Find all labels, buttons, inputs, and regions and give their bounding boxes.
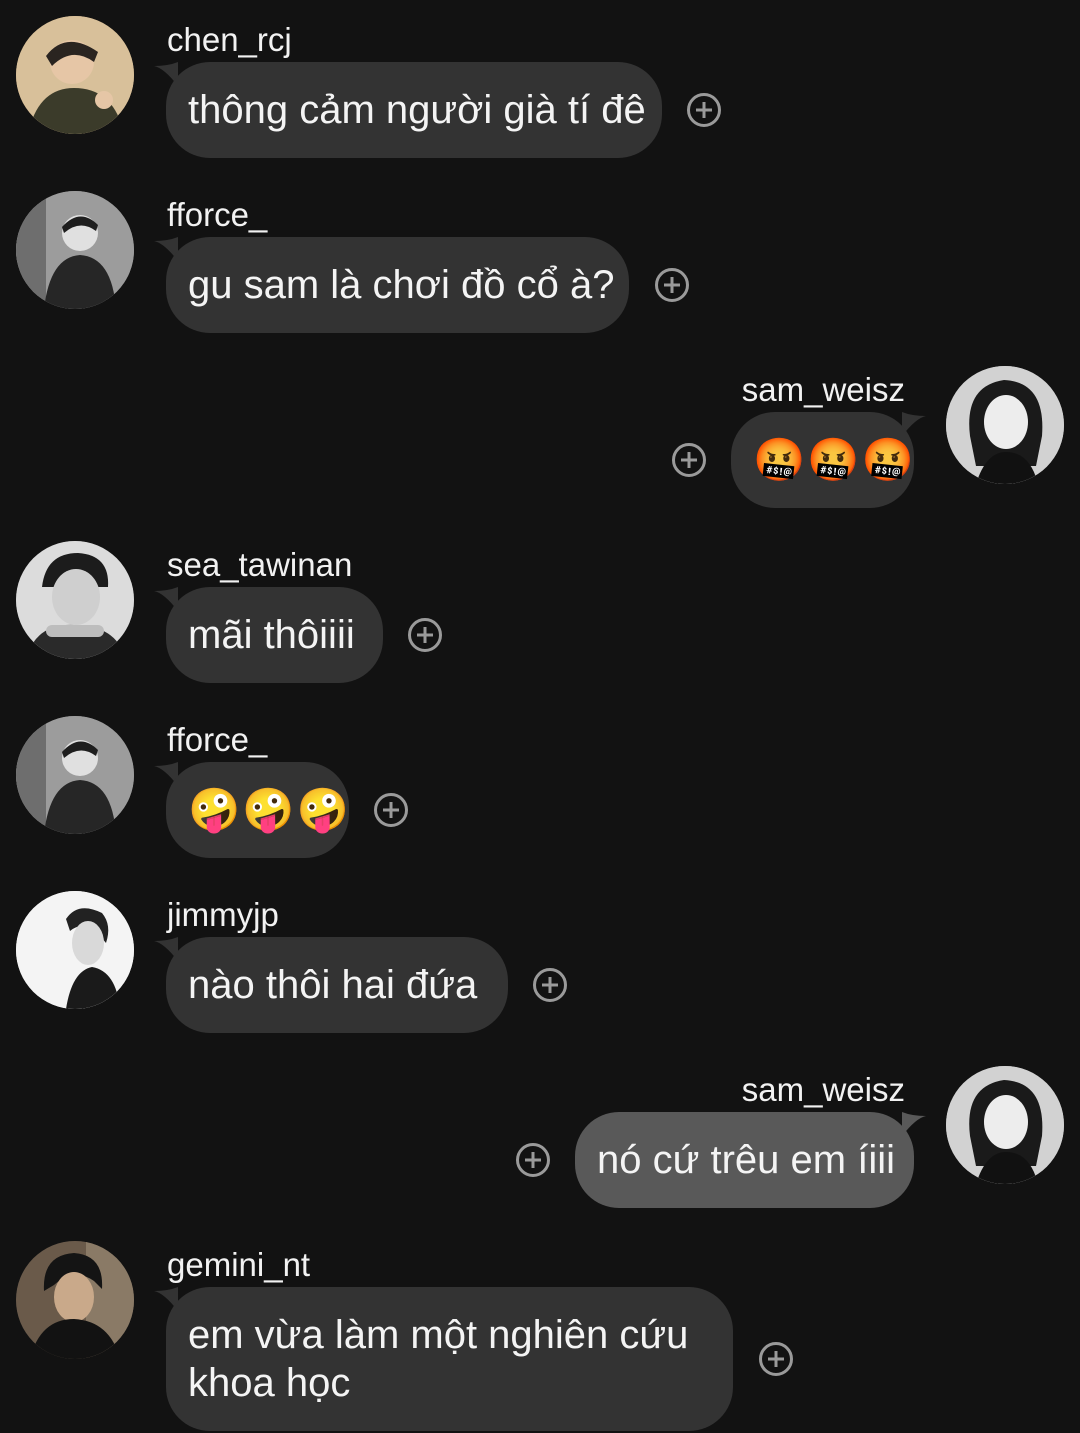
add-reaction-icon[interactable] — [672, 443, 706, 477]
add-reaction-icon[interactable] — [687, 93, 721, 127]
avatar[interactable] — [16, 1241, 134, 1359]
avatar[interactable] — [16, 16, 134, 134]
username[interactable]: gemini_nt — [167, 1245, 310, 1285]
username[interactable]: sam_weisz — [742, 1070, 905, 1110]
message-bubble[interactable]: gu sam là chơi đồ cổ à? — [166, 237, 629, 333]
message-bubble[interactable]: thông cảm người già tí đê — [166, 62, 662, 158]
message-bubble[interactable]: nó cứ trêu em íiii — [575, 1112, 914, 1208]
message-text-line: em vừa làm một nghiên cứu — [188, 1313, 689, 1357]
add-reaction-icon[interactable] — [516, 1143, 550, 1177]
username[interactable]: sea_tawinan — [167, 545, 352, 585]
avatar[interactable] — [16, 891, 134, 1009]
message-bubble[interactable]: em vừa làm một nghiên cứu khoa học — [166, 1287, 733, 1431]
avatar[interactable] — [946, 1066, 1064, 1184]
avatar[interactable] — [16, 716, 134, 834]
avatar[interactable] — [16, 541, 134, 659]
username[interactable]: sam_weisz — [742, 370, 905, 410]
add-reaction-icon[interactable] — [374, 793, 408, 827]
add-reaction-icon[interactable] — [759, 1342, 793, 1376]
message-bubble[interactable]: nào thôi hai đứa — [166, 937, 508, 1033]
username[interactable]: fforce_ — [167, 720, 267, 760]
message-bubble[interactable]: 🤪🤪🤪 — [166, 762, 349, 858]
username[interactable]: fforce_ — [167, 195, 267, 235]
message-text-line: khoa học — [188, 1361, 351, 1405]
avatar[interactable] — [946, 366, 1064, 484]
username[interactable]: jimmyjp — [167, 895, 279, 935]
add-reaction-icon[interactable] — [655, 268, 689, 302]
username[interactable]: chen_rcj — [167, 20, 292, 60]
add-reaction-icon[interactable] — [408, 618, 442, 652]
message-bubble[interactable]: 🤬🤬🤬 — [731, 412, 914, 508]
add-reaction-icon[interactable] — [533, 968, 567, 1002]
avatar[interactable] — [16, 191, 134, 309]
message-bubble[interactable]: mãi thôiiii — [166, 587, 383, 683]
